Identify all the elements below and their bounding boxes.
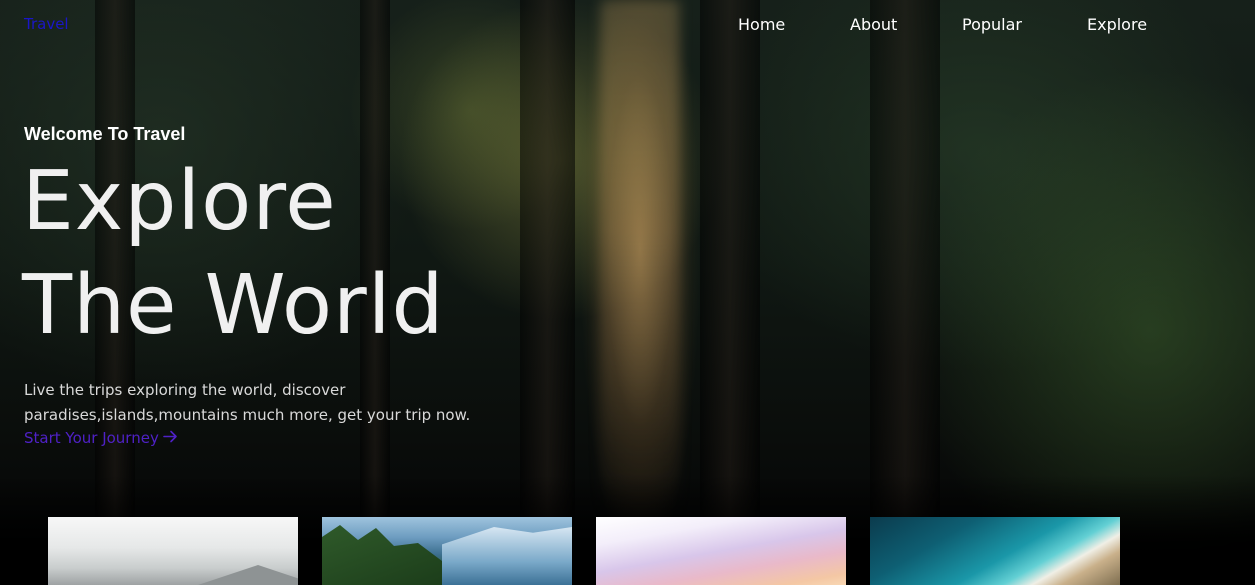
arrow-right-icon (163, 429, 178, 447)
cta-label: Start Your Journey (24, 429, 159, 447)
forest-shape (322, 525, 442, 585)
nav-home[interactable]: Home (738, 15, 785, 34)
destination-card-sky[interactable] (596, 517, 846, 585)
welcome-subtitle: Welcome To Travel (24, 124, 186, 144)
tree-trunk (870, 0, 940, 525)
hero-description: Live the trips exploring the world, disc… (24, 381, 471, 424)
mountain-shape (198, 565, 298, 585)
hero-headline: Explore The World (22, 150, 445, 358)
headline-line-2: The World (22, 258, 445, 353)
nav-explore[interactable]: Explore (1087, 15, 1147, 34)
tree-trunk (520, 0, 575, 525)
light-beam (600, 0, 680, 520)
headline-line-1: Explore (22, 154, 337, 249)
glacier-shape (442, 527, 572, 585)
destination-card-mountains[interactable] (48, 517, 298, 585)
main-nav: Home About Popular Explore (0, 15, 1255, 39)
start-journey-link[interactable]: Start Your Journey (24, 429, 178, 447)
tree-trunk (700, 0, 760, 525)
destination-card-beach[interactable] (870, 517, 1120, 585)
nav-popular[interactable]: Popular (962, 15, 1022, 34)
nav-about[interactable]: About (850, 15, 897, 34)
destination-card-valley[interactable] (322, 517, 572, 585)
